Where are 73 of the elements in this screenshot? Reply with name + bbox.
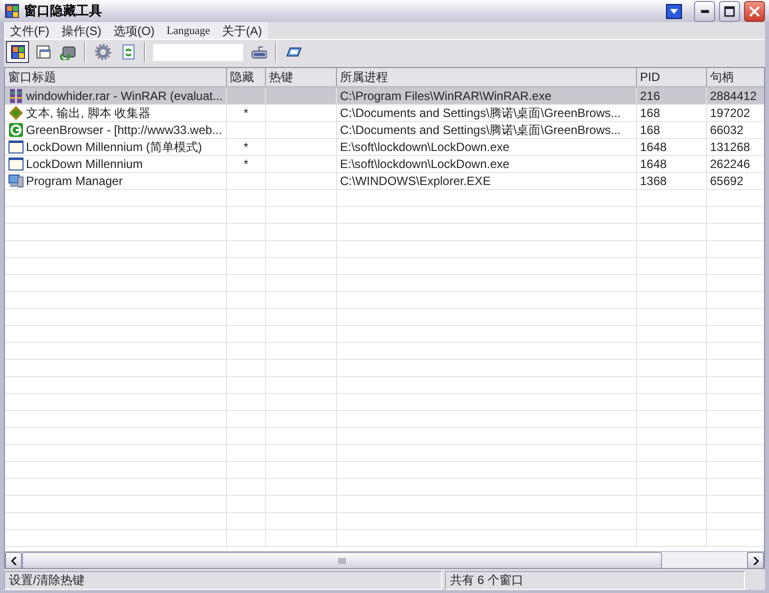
menu-item[interactable]: 选项(O) bbox=[107, 22, 161, 39]
table-row[interactable]: LockDown Millennium * E:\soft\lockdown\LockDown.exe 1648 262246 bbox=[5, 156, 764, 173]
table-cell: LockDown Millennium (简单模式) bbox=[26, 139, 202, 155]
table-cell: 65692 bbox=[710, 173, 744, 189]
table-cell: 216 bbox=[640, 88, 660, 104]
table-cell: 66032 bbox=[710, 122, 744, 138]
column-header[interactable]: 句柄 bbox=[707, 68, 764, 86]
column-header[interactable]: 热键 bbox=[266, 68, 337, 86]
table-cell: 131268 bbox=[710, 139, 750, 155]
table-cell: C:\Program Files\WinRAR\WinRAR.exe bbox=[340, 88, 552, 104]
close-button[interactable] bbox=[744, 0, 765, 22]
drive-icon bbox=[60, 44, 76, 60]
refresh-icon bbox=[120, 44, 136, 60]
toolbar-button[interactable] bbox=[6, 41, 29, 63]
column-header[interactable]: 隐藏 bbox=[227, 68, 266, 86]
table-cell: 197202 bbox=[710, 105, 750, 121]
status-text: 设置/清除热键 bbox=[4, 571, 442, 590]
table-row[interactable]: GreenBrowser - [http://www33.web... C:\Documents and Settings\腾诺\桌面\GreenBrows... 168 66032 bbox=[5, 122, 764, 139]
table-cell: E:\soft\lockdown\LockDown.exe bbox=[340, 156, 510, 172]
menu-item[interactable]: Language bbox=[160, 22, 216, 39]
table-cell: 2884412 bbox=[710, 88, 757, 104]
minimize-button[interactable] bbox=[694, 0, 715, 22]
scrollbar-thumb[interactable] bbox=[22, 552, 662, 568]
browser-icon bbox=[8, 122, 24, 138]
maximize-button[interactable] bbox=[719, 0, 740, 22]
scroll-right-button[interactable] bbox=[747, 552, 764, 568]
dropdown-button[interactable] bbox=[666, 4, 682, 18]
column-header[interactable]: 所属进程 bbox=[337, 68, 637, 86]
column-header[interactable]: PID bbox=[637, 68, 707, 86]
hidden-mark: * bbox=[244, 105, 248, 121]
table-cell: 168 bbox=[640, 122, 660, 138]
minimize-icon bbox=[700, 10, 708, 12]
windows-logo-icon bbox=[10, 44, 26, 60]
search-field[interactable] bbox=[153, 44, 243, 60]
maximize-icon bbox=[724, 6, 735, 16]
menu-item[interactable]: 文件(F) bbox=[4, 22, 56, 39]
hidden-mark: * bbox=[244, 139, 248, 155]
close-icon bbox=[749, 6, 760, 16]
table-cell: LockDown Millennium bbox=[26, 156, 143, 172]
table-row[interactable]: windowhider.rar - WinRAR (evaluat... C:\Program Files\WinRAR\WinRAR.exe 216 2884412 bbox=[5, 88, 764, 105]
status-text: 共有 6 个窗口 bbox=[445, 571, 745, 590]
window-icon bbox=[34, 44, 50, 60]
table-cell: 文本, 输出, 脚本 收集器 bbox=[26, 105, 151, 121]
table-row[interactable]: Program Manager C:\WINDOWS\Explorer.EXE 1368 65692 bbox=[5, 173, 764, 190]
column-header[interactable]: 窗口标题 bbox=[5, 68, 227, 86]
table-cell: C:\Documents and Settings\腾诺\桌面\GreenBrows... bbox=[340, 105, 621, 121]
scroll-left-button[interactable] bbox=[5, 552, 22, 568]
table-cell: 1648 bbox=[640, 156, 667, 172]
gem-icon bbox=[8, 105, 24, 121]
table-cell: C:\WINDOWS\Explorer.EXE bbox=[340, 173, 491, 189]
table-cell: windowhider.rar - WinRAR (evaluat... bbox=[26, 88, 223, 104]
settings-icon bbox=[94, 44, 110, 60]
table-cell: C:\Documents and Settings\腾诺\桌面\GreenBrows... bbox=[340, 122, 621, 138]
table-cell: GreenBrowser - [http://www33.web... bbox=[26, 122, 222, 138]
table-cell: E:\soft\lockdown\LockDown.exe bbox=[340, 139, 510, 155]
window-title: 窗口隐藏工具 bbox=[24, 2, 103, 20]
table-cell: 168 bbox=[640, 105, 660, 121]
hidden-mark: * bbox=[244, 156, 248, 172]
caret-icon bbox=[670, 8, 678, 14]
app-icon bbox=[4, 3, 20, 19]
table-row[interactable]: LockDown Millennium (简单模式) * E:\soft\lockdown\LockDown.exe 1648 131268 bbox=[5, 139, 764, 156]
table-cell: 1648 bbox=[640, 139, 667, 155]
keyboard-icon bbox=[250, 44, 266, 60]
grip-icon bbox=[338, 558, 346, 564]
table-cell: 1368 bbox=[640, 173, 667, 189]
window-icon bbox=[8, 156, 24, 172]
table-cell: Program Manager bbox=[26, 173, 123, 189]
table-cell: 262246 bbox=[710, 156, 750, 172]
table-row[interactable]: 文本, 输出, 脚本 收集器 * C:\Documents and Settings\腾诺\桌面\GreenBrows... 168 197202 bbox=[5, 105, 764, 122]
menu-item[interactable]: 关于(A) bbox=[216, 22, 268, 39]
window-icon bbox=[8, 139, 24, 155]
menu-item[interactable]: 操作(S) bbox=[55, 22, 108, 39]
computer-icon bbox=[8, 173, 24, 189]
